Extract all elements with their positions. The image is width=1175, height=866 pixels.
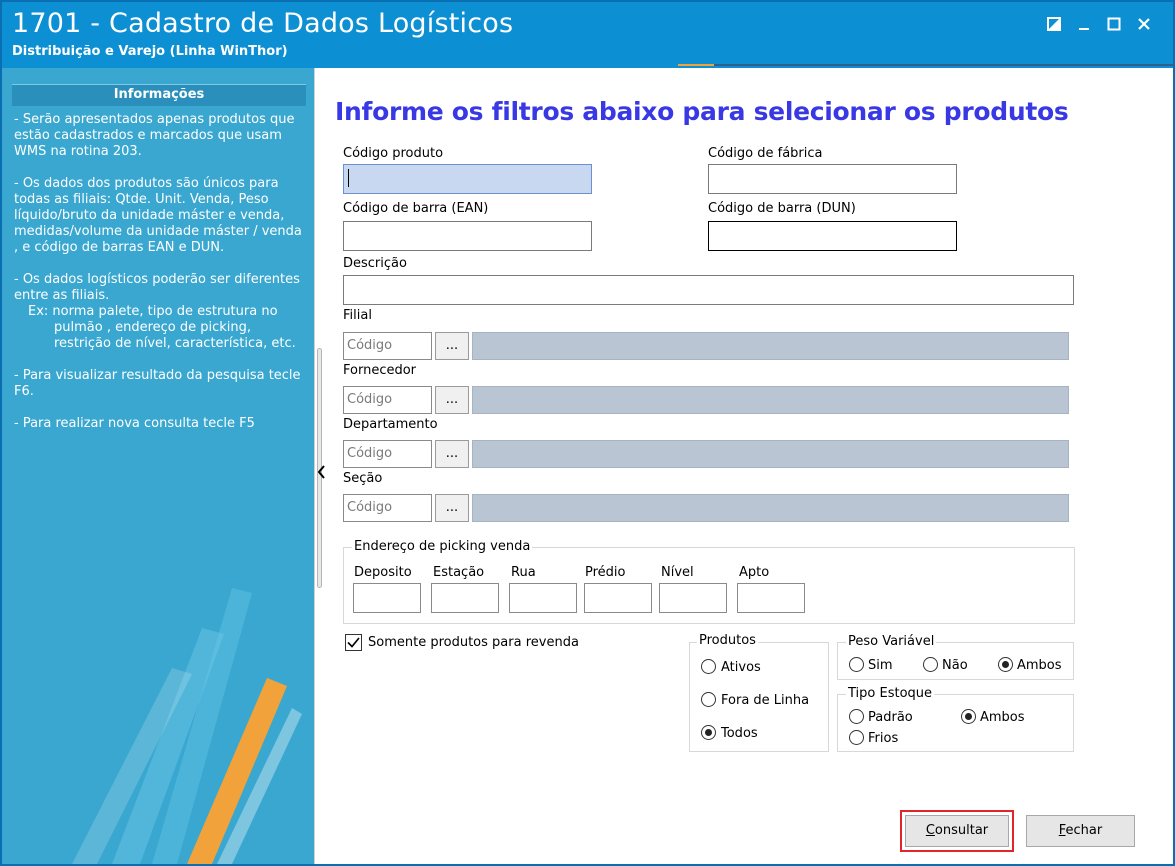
- picking-rua-label: Rua: [511, 565, 536, 580]
- peso-ambos-radio[interactable]: [998, 657, 1013, 672]
- tipo-estoque-group-title: Tipo Estoque: [846, 686, 935, 701]
- picking-apto-label: Apto: [739, 565, 770, 580]
- produtos-todos-radio[interactable]: [701, 725, 716, 740]
- title-divider-accent: [678, 64, 714, 66]
- consultar-button[interactable]: Consultar: [905, 815, 1009, 847]
- secao-lookup-button[interactable]: ...: [435, 494, 469, 522]
- picking-predio-input[interactable]: [584, 583, 652, 613]
- estoque-padrao-label: Padrão: [868, 710, 913, 725]
- picking-rua-input[interactable]: [509, 583, 577, 613]
- checkmark-icon: [347, 637, 360, 648]
- estoque-frios-radio[interactable]: [849, 730, 864, 745]
- fornecedor-code-input[interactable]: Código: [343, 386, 432, 414]
- departamento-description: [472, 440, 1069, 468]
- codigo-ean-label: Código de barra (EAN): [343, 201, 489, 216]
- secao-label: Seção: [343, 471, 383, 486]
- window-title: 1701 - Cadastro de Dados Logísticos: [12, 8, 514, 39]
- picking-estacao-label: Estação: [433, 565, 485, 580]
- window-controls: [1039, 12, 1159, 36]
- peso-nao-radio[interactable]: [923, 657, 938, 672]
- picking-deposito-input[interactable]: [353, 583, 421, 613]
- app-window: 1701 - Cadastro de Dados Logísticos Dist…: [0, 0, 1175, 866]
- peso-ambos-label: Ambos: [1017, 658, 1062, 673]
- fornecedor-label: Fornecedor: [343, 363, 417, 378]
- sidebar-splitter[interactable]: [314, 68, 328, 864]
- filial-description: [472, 332, 1069, 360]
- estoque-ambos-label: Ambos: [980, 710, 1025, 725]
- consultar-label: onsultar: [934, 823, 989, 838]
- codigo-produto-label: Código produto: [343, 146, 444, 161]
- codigo-fabrica-label: Código de fábrica: [708, 146, 823, 161]
- consultar-mnemonic: C: [925, 823, 935, 838]
- secao-description: [472, 494, 1069, 522]
- sidebar-paragraph: - Para visualizar resultado da pesquisa …: [14, 368, 301, 399]
- picking-group-title: Endereço de picking venda: [352, 539, 533, 554]
- collapse-arrow-icon[interactable]: [318, 465, 326, 479]
- codigo-ean-input[interactable]: [343, 221, 592, 251]
- produtos-group-title: Produtos: [697, 633, 758, 648]
- close-icon[interactable]: [1129, 12, 1159, 36]
- picking-nivel-label: Nível: [661, 565, 694, 580]
- estoque-ambos-radio[interactable]: [961, 709, 976, 724]
- produtos-fora-linha-label: Fora de Linha: [721, 693, 810, 708]
- sidebar-paragraph: - Para realizar nova consulta tecle F5: [14, 416, 255, 431]
- produtos-ativos-label: Ativos: [721, 660, 761, 675]
- fechar-label: echar: [1065, 823, 1103, 838]
- departamento-lookup-button[interactable]: ...: [435, 440, 469, 468]
- descricao-label: Descrição: [343, 256, 407, 271]
- info-sidebar: Informações - Serão apresentados apenas …: [2, 68, 314, 864]
- fornecedor-lookup-button[interactable]: ...: [435, 386, 469, 414]
- codigo-dun-input[interactable]: [708, 221, 957, 251]
- somente-revenda-checkbox[interactable]: [345, 634, 362, 651]
- maximize-icon[interactable]: [1099, 12, 1129, 36]
- window-subtitle: Distribuição e Varejo (Linha WinThor): [12, 44, 288, 59]
- secao-code-input[interactable]: Código: [343, 494, 432, 522]
- filial-code-input[interactable]: Código: [343, 332, 432, 360]
- title-divider: [678, 64, 1173, 66]
- codigo-produto-input[interactable]: [343, 164, 592, 194]
- estoque-frios-label: Frios: [868, 731, 899, 746]
- codigo-fabrica-input[interactable]: [708, 164, 957, 194]
- estoque-padrao-radio[interactable]: [849, 709, 864, 724]
- picking-predio-label: Prédio: [585, 565, 626, 580]
- restore-icon[interactable]: [1039, 12, 1069, 36]
- departamento-label: Departamento: [343, 417, 438, 432]
- sidebar-paragraph: Ex: norma palete, tipo de estrutura no p…: [28, 304, 296, 351]
- sidebar-text: - Serão apresentados apenas produtos que…: [14, 112, 310, 448]
- title-bar[interactable]: 1701 - Cadastro de Dados Logísticos Dist…: [2, 2, 1173, 68]
- somente-revenda-label: Somente produtos para revenda: [368, 635, 579, 650]
- picking-deposito-label: Deposito: [354, 565, 412, 580]
- picking-apto-input[interactable]: [737, 583, 805, 613]
- fornecedor-description: [472, 386, 1069, 414]
- picking-nivel-input[interactable]: [659, 583, 727, 613]
- sidebar-header: Informações: [12, 84, 306, 106]
- picking-estacao-input[interactable]: [431, 583, 499, 613]
- descricao-input[interactable]: [343, 275, 1074, 305]
- peso-variavel-group-title: Peso Variável: [846, 634, 937, 649]
- sidebar-paragraph: - Os dados dos produtos são únicos para …: [14, 176, 302, 255]
- codigo-dun-label: Código de barra (DUN): [708, 201, 856, 216]
- sidebar-paragraph: - Os dados logísticos poderão ser difere…: [14, 272, 300, 303]
- peso-sim-label: Sim: [868, 658, 893, 673]
- peso-nao-label: Não: [942, 658, 968, 673]
- sidebar-paragraph: - Serão apresentados apenas produtos que…: [14, 112, 295, 159]
- departamento-code-input[interactable]: Código: [343, 440, 432, 468]
- page-title: Informe os filtros abaixo para seleciona…: [335, 97, 1069, 126]
- filial-label: Filial: [343, 308, 372, 323]
- filial-lookup-button[interactable]: ...: [435, 332, 469, 360]
- text-caret: [348, 169, 349, 187]
- fechar-mnemonic: F: [1058, 823, 1066, 838]
- produtos-fora-linha-radio[interactable]: [701, 692, 716, 707]
- peso-sim-radio[interactable]: [849, 657, 864, 672]
- minimize-icon[interactable]: [1069, 12, 1099, 36]
- produtos-ativos-radio[interactable]: [701, 659, 716, 674]
- produtos-todos-label: Todos: [721, 726, 758, 741]
- fechar-button[interactable]: Fechar: [1026, 815, 1135, 847]
